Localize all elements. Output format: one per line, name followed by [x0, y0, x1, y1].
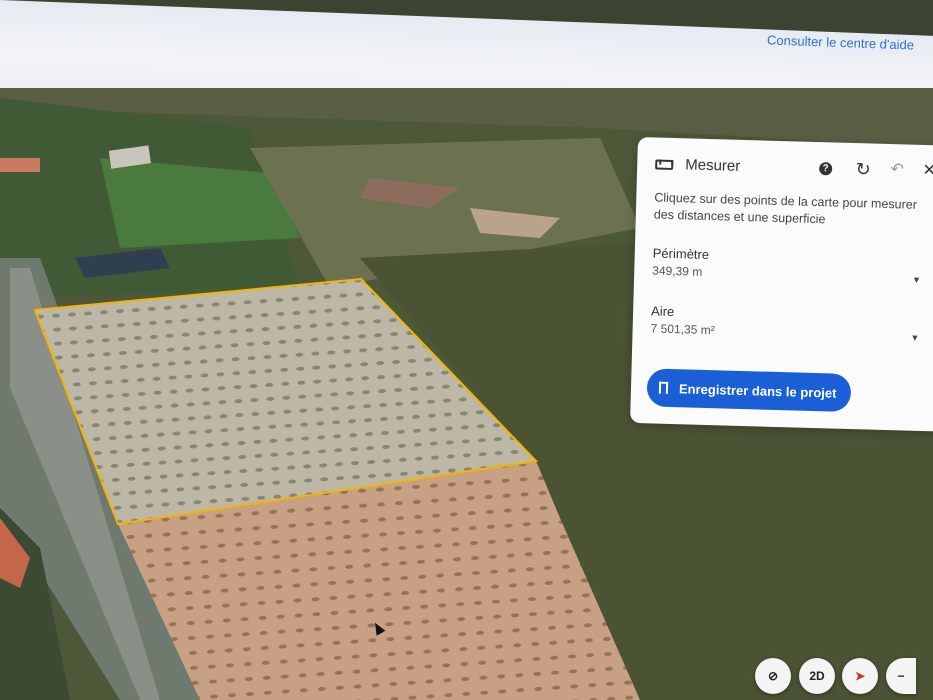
close-icon[interactable]: ✕	[919, 161, 933, 182]
area-dropdown-icon[interactable]: ▼	[910, 333, 919, 343]
perimeter-label: Périmètre	[652, 245, 710, 263]
tilt-icon[interactable]: ⊘	[755, 658, 791, 694]
panel-description: Cliquez sur des points de la carte pour …	[653, 190, 918, 227]
save-to-project-button[interactable]: Enregistrer dans le projet	[646, 368, 851, 413]
area-value: 7 501,35 m²	[650, 321, 715, 338]
save-button-label: Enregistrer dans le projet	[678, 380, 837, 401]
area-label: Aire	[650, 303, 675, 320]
perimeter-value: 349,39 m	[652, 263, 703, 279]
ruler-icon	[655, 158, 674, 170]
bookmark-icon	[658, 381, 669, 394]
undo-icon[interactable]: ↶	[887, 160, 908, 181]
refresh-icon[interactable]: ↻	[853, 159, 874, 180]
zoom-out-icon[interactable]: −	[886, 658, 916, 694]
panel-title: Mesurer	[685, 156, 741, 175]
compass-icon[interactable]: ➤	[842, 658, 878, 694]
perimeter-dropdown-icon[interactable]: ▼	[912, 275, 921, 285]
measure-panel: Mesurer ? ↻ ↶ ✕ Cliquez sur des points d…	[630, 137, 933, 432]
help-icon[interactable]: ?	[819, 162, 833, 176]
view-mode-button[interactable]: 2D	[799, 658, 835, 694]
